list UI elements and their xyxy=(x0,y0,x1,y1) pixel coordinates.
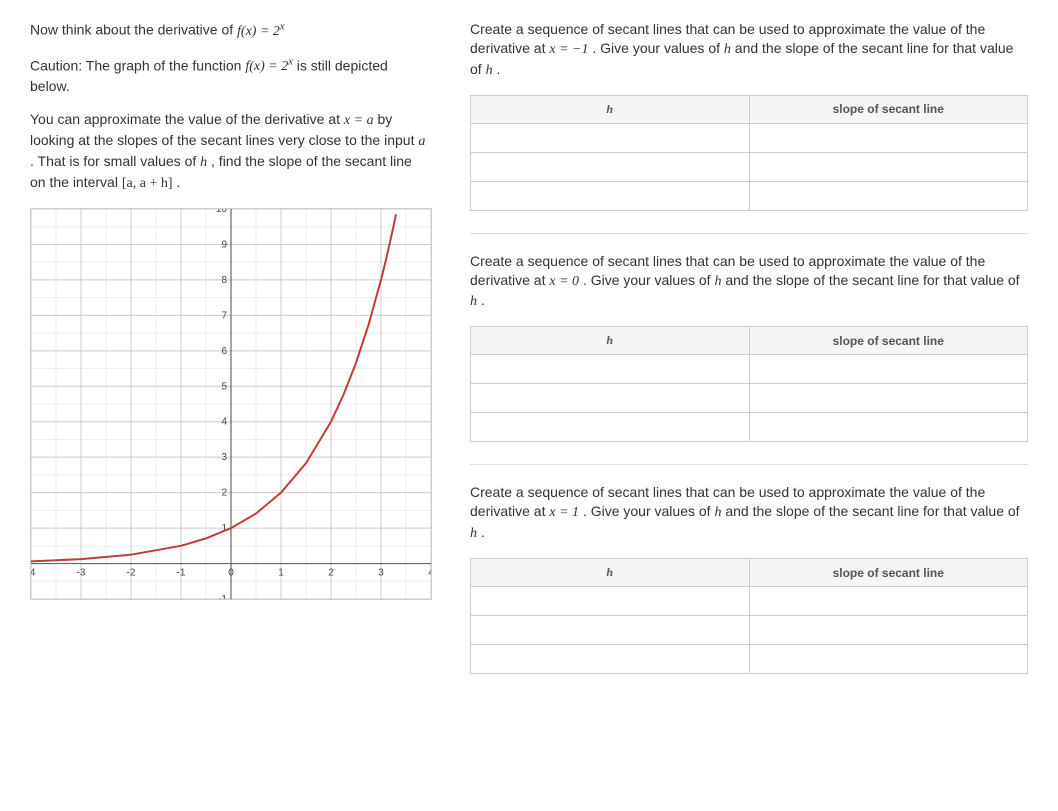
table-row xyxy=(471,181,1028,210)
table-row xyxy=(471,645,1028,674)
intro-paragraph-1: Now think about the derivative of f(x) =… xyxy=(30,20,430,42)
h-input[interactable] xyxy=(471,616,749,644)
h-input[interactable] xyxy=(471,124,749,152)
secant-table-2: h slope of secant line xyxy=(470,326,1028,442)
table-header-row: h slope of secant line xyxy=(471,327,1028,355)
h-input[interactable] xyxy=(471,153,749,181)
secant-table-1: h slope of secant line xyxy=(470,95,1028,211)
col-slope-header: slope of secant line xyxy=(749,559,1028,587)
slope-input[interactable] xyxy=(750,616,1028,644)
svg-text:-4: -4 xyxy=(31,567,36,578)
divider xyxy=(470,233,1028,234)
svg-text:-2: -2 xyxy=(127,567,136,578)
secant-table-3: h slope of secant line xyxy=(470,558,1028,674)
col-h-header: h xyxy=(471,327,750,355)
svg-text:4: 4 xyxy=(221,416,227,427)
h-input[interactable] xyxy=(471,355,749,383)
explain-paragraph: You can approximate the value of the der… xyxy=(30,110,430,194)
slope-input[interactable] xyxy=(750,153,1028,181)
question-2-text: Create a sequence of secant lines that c… xyxy=(470,252,1028,313)
divider xyxy=(470,464,1028,465)
col-slope-header: slope of secant line xyxy=(749,95,1028,123)
math-xa: x = a xyxy=(344,113,374,128)
slope-input[interactable] xyxy=(750,355,1028,383)
text: . That is for small values of xyxy=(30,153,200,169)
question-3-text: Create a sequence of secant lines that c… xyxy=(470,483,1028,544)
svg-text:10: 10 xyxy=(216,209,228,215)
svg-text:-1: -1 xyxy=(177,567,186,578)
caution-paragraph: Caution: The graph of the function f(x) … xyxy=(30,56,430,96)
table-row xyxy=(471,123,1028,152)
slope-input[interactable] xyxy=(750,384,1028,412)
svg-text:3: 3 xyxy=(378,567,384,578)
table-row xyxy=(471,384,1028,413)
h-input[interactable] xyxy=(471,645,749,673)
table-row xyxy=(471,587,1028,616)
slope-input[interactable] xyxy=(750,124,1028,152)
h-input[interactable] xyxy=(471,182,749,210)
math-h: h xyxy=(200,155,207,170)
text: . xyxy=(176,174,180,190)
table-row xyxy=(471,355,1028,384)
h-input[interactable] xyxy=(471,384,749,412)
svg-text:-1: -1 xyxy=(218,594,227,599)
question-1-text: Create a sequence of secant lines that c… xyxy=(470,20,1028,81)
svg-text:4: 4 xyxy=(428,567,431,578)
table-row xyxy=(471,413,1028,442)
svg-text:5: 5 xyxy=(221,381,227,392)
math-interval: [a, a + h] xyxy=(122,176,173,191)
svg-text:9: 9 xyxy=(221,239,227,250)
h-input[interactable] xyxy=(471,413,749,441)
slope-input[interactable] xyxy=(750,182,1028,210)
svg-text:3: 3 xyxy=(221,452,227,463)
math-fx: f(x) = 2x xyxy=(245,59,293,74)
slope-input[interactable] xyxy=(750,645,1028,673)
svg-text:2: 2 xyxy=(328,567,334,578)
text: You can approximate the value of the der… xyxy=(30,111,344,127)
math-a: a xyxy=(418,134,425,149)
slope-input[interactable] xyxy=(750,587,1028,615)
svg-text:-3: -3 xyxy=(77,567,86,578)
col-h-header: h xyxy=(471,95,750,123)
table-row xyxy=(471,616,1028,645)
text: Caution: The graph of the function xyxy=(30,57,245,73)
svg-text:1: 1 xyxy=(278,567,284,578)
svg-text:8: 8 xyxy=(221,274,227,285)
svg-text:2: 2 xyxy=(221,487,227,498)
col-slope-header: slope of secant line xyxy=(749,327,1028,355)
h-input[interactable] xyxy=(471,587,749,615)
function-graph: -4-3-2-101234-112345678910 xyxy=(30,208,432,600)
svg-text:7: 7 xyxy=(221,310,227,321)
table-row xyxy=(471,152,1028,181)
col-h-header: h xyxy=(471,559,750,587)
table-header-row: h slope of secant line xyxy=(471,95,1028,123)
text: Now think about the derivative of xyxy=(30,22,237,38)
svg-text:0: 0 xyxy=(228,567,234,578)
svg-text:6: 6 xyxy=(221,345,227,356)
table-header-row: h slope of secant line xyxy=(471,559,1028,587)
slope-input[interactable] xyxy=(750,413,1028,441)
math-fx: f(x) = 2x xyxy=(237,24,285,39)
